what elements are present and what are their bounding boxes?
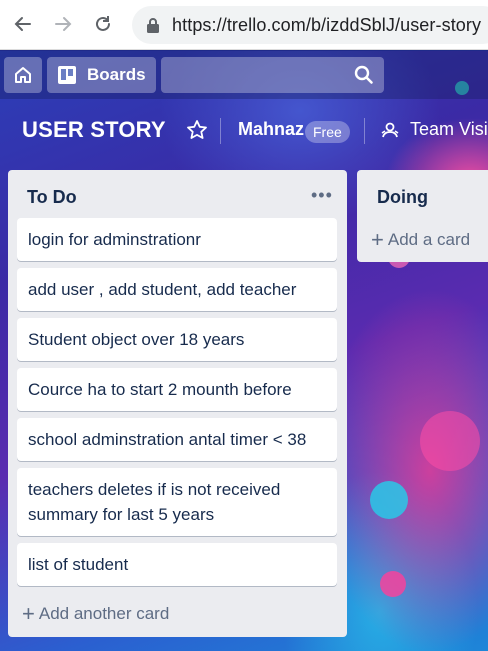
team-name[interactable]: Mahnaz [238, 119, 304, 140]
list-to-do: To Do ••• login for adminstrationr add u… [8, 170, 347, 637]
team-icon [381, 122, 399, 137]
list-card[interactable]: Cource ha to start 2 mounth before [17, 368, 337, 411]
list-card[interactable]: Student object over 18 years [17, 318, 337, 361]
add-card-button[interactable]: + Add another card [22, 601, 170, 626]
list-title[interactable]: To Do [27, 187, 77, 208]
home-icon [15, 67, 31, 83]
header-divider [220, 118, 221, 144]
list-doing: Doing + Add a card [357, 170, 488, 262]
search-input[interactable] [161, 57, 384, 93]
list-title[interactable]: Doing [377, 187, 428, 208]
boards-button[interactable]: Boards [47, 57, 156, 93]
url-text: https://trello.com/b/izddSblJ/user-story [172, 14, 482, 35]
plus-icon: + [22, 601, 35, 626]
visibility-button[interactable]: Team Visib [380, 119, 488, 140]
browser-toolbar: https://trello.com/b/izddSblJ/user-story [0, 0, 488, 50]
back-arrow-icon[interactable] [8, 9, 38, 39]
header-divider [364, 118, 365, 144]
more-icon[interactable]: ••• [311, 185, 333, 206]
address-bar[interactable]: https://trello.com/b/izddSblJ/user-story [132, 6, 488, 44]
boards-icon [58, 66, 76, 84]
search-icon [354, 65, 373, 84]
board-title[interactable]: USER STORY [22, 117, 166, 143]
add-card-button[interactable]: + Add a card [371, 227, 471, 252]
visibility-label: Team Visib [410, 119, 488, 139]
reload-icon[interactable] [88, 9, 118, 39]
lock-icon [147, 18, 159, 33]
plan-badge: Free [305, 121, 350, 143]
add-card-label: Add another card [38, 604, 170, 623]
list-card[interactable]: teachers deletes if is not received summ… [17, 468, 337, 536]
plus-icon: + [371, 227, 384, 252]
boards-label: Boards [87, 65, 146, 84]
list-card[interactable]: list of student [17, 543, 337, 586]
list-card[interactable]: add user , add student, add teacher [17, 268, 337, 311]
home-button[interactable] [4, 57, 42, 93]
list-card[interactable]: login for adminstrationr [17, 218, 337, 261]
list-card[interactable]: school adminstration antal timer < 38 [17, 418, 337, 461]
add-card-label: Add a card [387, 230, 471, 249]
forward-arrow-icon[interactable] [48, 9, 78, 39]
app-header: Boards [0, 51, 488, 99]
star-icon[interactable] [186, 119, 208, 141]
